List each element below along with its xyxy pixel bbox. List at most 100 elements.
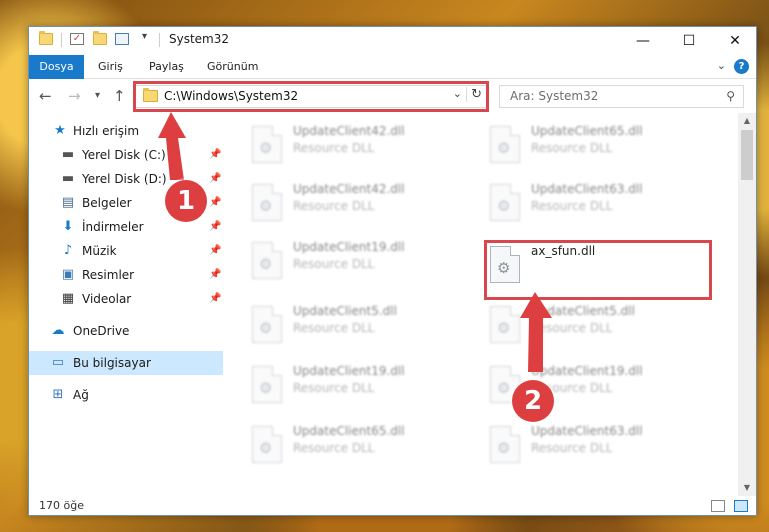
pictures-icon: ▣ <box>61 267 75 282</box>
step-marker-2: 2 <box>512 380 554 422</box>
back-arrow-icon[interactable]: ← <box>39 87 52 105</box>
dll-file-icon: ⚙ <box>490 306 520 343</box>
quick-access-dropdown-icon[interactable]: ▾ <box>142 31 147 42</box>
file-item[interactable]: ⚙ UpdateClient65.dll Resource DLL <box>485 123 710 169</box>
sidebar-item-pictures[interactable]: ▣ Resimler 📌 <box>29 263 223 287</box>
dll-file-icon: ⚙ <box>252 242 282 279</box>
large-icons-view-icon[interactable] <box>734 500 748 512</box>
expand-ribbon-icon[interactable]: ⌄ <box>717 59 726 72</box>
file-name: UpdateClient63.dll <box>531 182 643 196</box>
sidebar-item-music[interactable]: ♪ Müzik 📌 <box>29 239 223 263</box>
file-description: Resource DLL <box>293 199 375 213</box>
file-item[interactable]: ⚙ UpdateClient63.dll Resource DLL <box>485 423 710 469</box>
scroll-down-icon[interactable]: ▼ <box>738 480 756 496</box>
file-item[interactable]: ⚙ UpdateClient5.dll Resource DLL <box>247 303 472 349</box>
file-item[interactable]: ⚙ UpdateClient19.dll Resource DLL <box>247 239 472 285</box>
window-title: System32 <box>169 32 230 46</box>
folder-icon <box>39 31 53 45</box>
properties-check-icon[interactable]: ✓ <box>70 33 84 45</box>
file-name: UpdateClient19.dll <box>293 240 405 254</box>
vertical-scrollbar[interactable]: ▲ ▼ <box>738 113 756 496</box>
gear-icon: ⚙ <box>259 319 273 337</box>
download-icon: ⬇ <box>62 219 74 234</box>
file-description: Resource DLL <box>531 141 613 155</box>
pin-icon: 📌 <box>209 293 222 304</box>
gear-icon: ⚙ <box>259 379 273 397</box>
close-button[interactable]: ✕ <box>712 27 756 55</box>
tab-home[interactable]: Giriş <box>86 55 135 79</box>
file-list: ⚙ UpdateClient42.dll Resource DLL ⚙ Upda… <box>223 113 738 496</box>
cloud-icon: ☁ <box>51 323 65 338</box>
drive-icon: ▬ <box>61 147 75 162</box>
title-bar: ✓ ▾ System32 — ☐ ✕ <box>29 27 756 55</box>
document-icon: ▤ <box>61 195 75 210</box>
pin-icon: 📌 <box>209 149 222 160</box>
file-item[interactable]: ⚙ UpdateClient63.dll Resource DLL <box>485 181 710 227</box>
dll-file-icon: ⚙ <box>252 366 282 403</box>
ribbon-tabs: Dosya Giriş Paylaş Görünüm ⌄ ? <box>29 55 756 79</box>
up-arrow-icon[interactable]: ↑ <box>113 87 126 105</box>
computer-icon: ▭ <box>51 355 65 370</box>
scroll-up-icon[interactable]: ▲ <box>738 113 756 129</box>
search-icon[interactable]: ⚲ <box>726 89 735 103</box>
file-name: UpdateClient42.dll <box>293 182 405 196</box>
sidebar-item-label: OneDrive <box>73 324 130 338</box>
file-description: Resource DLL <box>531 199 613 213</box>
file-description: Resource DLL <box>293 381 375 395</box>
dll-file-icon: ⚙ <box>490 426 520 463</box>
maximize-button[interactable]: ☐ <box>666 27 712 55</box>
search-input[interactable]: Ara: System32 ⚲ <box>499 85 744 108</box>
sidebar-item-label: Ağ <box>73 388 89 402</box>
file-name: UpdateClient5.dll <box>293 304 397 318</box>
dll-file-icon: ⚙ <box>490 184 520 221</box>
file-description: Resource DLL <box>293 141 375 155</box>
details-view-icon[interactable] <box>711 500 725 512</box>
gear-icon: ⚙ <box>259 255 273 273</box>
file-item[interactable]: ⚙ UpdateClient19.dll Resource DLL <box>247 363 472 409</box>
file-description: Resource DLL <box>531 321 613 335</box>
dll-file-icon: ⚙ <box>490 126 520 163</box>
sidebar-item-quick-access[interactable]: ★ Hızlı erişim <box>29 119 223 143</box>
tab-view[interactable]: Görünüm <box>195 55 270 79</box>
step-marker-1: 1 <box>165 180 207 222</box>
help-icon[interactable]: ? <box>734 59 749 74</box>
pin-icon: 📌 <box>209 221 222 232</box>
sidebar-item-label: Yerel Disk (D:) <box>82 172 167 186</box>
pin-icon: 📌 <box>209 245 222 256</box>
recent-locations-icon[interactable]: ▾ <box>95 90 100 101</box>
navigation-pane: ★ Hızlı erişim ▬ Yerel Disk (C:) 📌 ▬ Yer… <box>29 113 223 496</box>
gear-icon: ⚙ <box>497 439 511 457</box>
sidebar-item-local-disk-c[interactable]: ▬ Yerel Disk (C:) 📌 <box>29 143 223 167</box>
search-placeholder: Ara: System32 <box>510 89 599 103</box>
drive-icon: ▬ <box>61 171 75 186</box>
sidebar-item-label: Yerel Disk (C:) <box>82 148 166 162</box>
gear-icon: ⚙ <box>497 139 511 157</box>
gear-icon: ⚙ <box>497 379 511 397</box>
forward-arrow-icon[interactable]: → <box>68 87 81 105</box>
dll-file-icon: ⚙ <box>252 184 282 221</box>
customize-quick-access-icon[interactable] <box>115 33 129 45</box>
music-icon: ♪ <box>63 243 73 258</box>
sidebar-item-label: Videolar <box>82 292 132 306</box>
scroll-thumb[interactable] <box>741 130 753 180</box>
sidebar-item-onedrive[interactable]: ☁ OneDrive <box>29 319 223 343</box>
pin-icon: 📌 <box>209 173 222 184</box>
file-item[interactable]: ⚙ UpdateClient65.dll Resource DLL <box>247 423 472 469</box>
tab-file[interactable]: Dosya <box>29 55 84 79</box>
tab-share[interactable]: Paylaş <box>137 55 196 79</box>
minimize-button[interactable]: — <box>620 27 666 55</box>
dll-file-icon: ⚙ <box>252 126 282 163</box>
file-name: UpdateClient65.dll <box>531 124 643 138</box>
sidebar-item-this-pc[interactable]: ▭ Bu bilgisayar <box>29 351 223 375</box>
file-item[interactable]: ⚙ UpdateClient5.dll Resource DLL <box>485 303 710 349</box>
gear-icon: ⚙ <box>259 439 273 457</box>
file-description: Resource DLL <box>293 321 375 335</box>
new-folder-icon[interactable] <box>93 31 107 45</box>
file-item[interactable]: ⚙ UpdateClient42.dll Resource DLL <box>247 181 472 227</box>
file-highlight <box>484 240 712 300</box>
gear-icon: ⚙ <box>497 197 511 215</box>
sidebar-item-network[interactable]: ⊞ Ağ <box>29 383 223 407</box>
sidebar-item-videos[interactable]: ▦ Videolar 📌 <box>29 287 223 311</box>
file-item[interactable]: ⚙ UpdateClient42.dll Resource DLL <box>247 123 472 169</box>
file-description: Resource DLL <box>293 257 375 271</box>
